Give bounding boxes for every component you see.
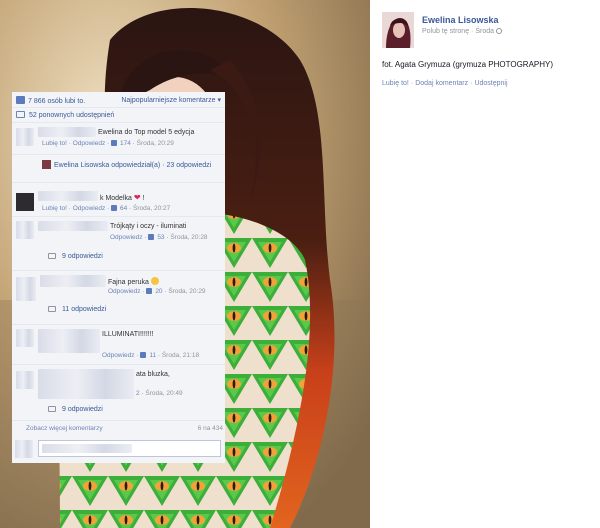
comment-text: ata bluzka, <box>136 371 170 378</box>
likes-row: 7 866 osób lubi to. Najpopularniejsze ko… <box>12 92 225 108</box>
avatar <box>42 160 51 169</box>
replies-link[interactable]: 9 odpowiedzi <box>48 253 103 260</box>
heart-icon: ❤ <box>133 193 141 202</box>
shares-count: 52 ponownych udostępnień <box>29 112 115 119</box>
comment-meta: Odpowiedz · 53 · Środa, 20:28 <box>110 234 208 241</box>
comment-text: Ewelina do Top model 5 edycja <box>98 129 195 136</box>
comment-time[interactable]: Środa, 20:29 <box>168 288 205 295</box>
comment-time[interactable]: Środa, 20:29 <box>137 140 174 147</box>
avatar[interactable] <box>16 277 36 301</box>
blurred-name <box>38 221 108 231</box>
share-link[interactable]: Udostępnij <box>474 80 507 87</box>
avatar[interactable] <box>16 128 34 146</box>
comment-likes: 2 <box>136 390 140 397</box>
replies-count: 9 odpowiedzi <box>62 253 103 260</box>
comment-meta: Lubię to! · Odpowiedz · 174 · Środa, 20:… <box>42 140 174 147</box>
shares-row[interactable]: 52 ponownych udostępnień <box>12 108 225 123</box>
sort-label: Najpopularniejsze komentarze <box>121 97 216 104</box>
comment-links[interactable]: Lubię to! · Odpowiedz <box>42 205 105 212</box>
avatar[interactable] <box>16 193 34 211</box>
comment-item: ata bluzka, 2 · Środa, 20:49 9 odpowiedz… <box>12 365 225 421</box>
globe-icon <box>495 28 502 34</box>
comment-links[interactable]: Odpowiedz <box>108 288 141 295</box>
comment-links[interactable]: Odpowiedz <box>102 352 135 359</box>
comment-likes: 64 <box>120 205 128 212</box>
comment-text: k Modelka <box>100 195 132 202</box>
comment-item: ILLUMINATI!!!!!!! Odpowiedz · 11 · Środa… <box>12 325 225 365</box>
smile-icon <box>150 277 159 285</box>
comment-item: Trójkąty i oczy - iluminati Odpowiedz · … <box>12 217 225 271</box>
replies-count: 9 odpowiedzi <box>62 406 103 413</box>
comment-time[interactable]: Środa, 20:28 <box>170 234 207 241</box>
comment-suffix: ! <box>142 195 145 202</box>
author-avatar[interactable] <box>382 12 414 48</box>
reply-icon <box>48 406 56 412</box>
thumbs-up-icon <box>148 234 155 240</box>
comment-time[interactable]: Środa, 20:27 <box>133 205 170 212</box>
blurred-name <box>38 369 134 399</box>
comment-item: Fajna peruka Odpowiedz · 20 · Środa, 20:… <box>12 271 225 325</box>
reply-icon <box>48 306 56 312</box>
thumbs-up-icon <box>16 96 25 104</box>
replies-link[interactable]: 9 odpowiedzi <box>48 406 103 413</box>
comment-likes: 11 <box>149 352 157 359</box>
reply-author: Ewelina Lisowska odpowiedział(a) <box>54 162 161 169</box>
comment-meta: Odpowiedz · 11 · Środa, 21:18 <box>102 352 200 359</box>
reply-summary[interactable]: Ewelina Lisowska odpowiedział(a) · 23 od… <box>12 155 225 183</box>
comment-compose <box>12 435 225 463</box>
comment-links[interactable]: Odpowiedz <box>110 234 143 241</box>
comment-links[interactable]: Lubię to! · Odpowiedz <box>42 140 105 147</box>
more-comments-row: Zobacz więcej komentarzy 6 na 434 <box>12 425 225 435</box>
blurred-name <box>38 191 98 201</box>
comment-meta: Lubię to! · Odpowiedz · 64 · Środa, 20:2… <box>42 205 171 212</box>
reply-icon <box>48 253 56 259</box>
post-date[interactable]: Środa <box>475 28 494 35</box>
author-meta: Polub tę stronę · Środa <box>422 28 502 35</box>
comment-item: Ewelina do Top model 5 edycja Lubię to! … <box>12 123 225 155</box>
replies-link[interactable]: 11 odpowiedzi <box>48 306 106 313</box>
blurred-name <box>38 127 96 137</box>
chevron-down-icon: ▾ <box>217 97 221 104</box>
comment-meta: 2 · Środa, 20:49 <box>136 390 183 397</box>
thumbs-up-icon <box>111 205 118 211</box>
share-icon <box>16 111 25 118</box>
reply-count: 23 odpowiedzi <box>166 162 212 169</box>
post-sidebar: Ewelina Lisowska Polub tę stronę · Środa… <box>370 0 600 528</box>
blurred-name <box>38 329 100 353</box>
comment-likes: 20 <box>155 288 163 295</box>
comment-time[interactable]: Środa, 21:18 <box>162 352 199 359</box>
comment-meta: Odpowiedz · 20 · Środa, 20:29 <box>108 288 206 295</box>
blurred-name <box>40 275 106 287</box>
thumbs-up-icon <box>146 288 153 294</box>
post-caption: fot. Agata Grymuza (grymuza PHOTOGRAPHY) <box>382 60 554 69</box>
like-page-link[interactable]: Polub tę stronę <box>422 28 469 35</box>
likes-count-link[interactable]: 7 866 osób lubi to. <box>16 96 85 105</box>
comment-text: Trójkąty i oczy - iluminati <box>110 223 187 230</box>
avatar[interactable] <box>16 329 34 347</box>
thumbs-up-icon <box>140 352 147 358</box>
avatar <box>15 440 33 458</box>
comments-count: 6 na 434 <box>197 425 223 432</box>
replies-count: 11 odpowiedzi <box>62 306 107 313</box>
sort-comments-dropdown[interactable]: Najpopularniejsze komentarze ▾ <box>121 96 221 104</box>
post-actions: Lubię to! · Dodaj komentarz · Udostępnij <box>382 80 508 87</box>
comment-likes: 174 <box>120 140 131 147</box>
avatar[interactable] <box>16 221 34 239</box>
comments-list: Ewelina do Top model 5 edycja Lubię to! … <box>12 123 225 435</box>
like-link[interactable]: Lubię to! <box>382 80 409 87</box>
comment-time[interactable]: Środa, 20:49 <box>145 390 182 397</box>
more-comments-link[interactable]: Zobacz więcej komentarzy <box>26 425 103 432</box>
blurred-placeholder <box>42 444 132 453</box>
avatar[interactable] <box>16 371 34 389</box>
author-name[interactable]: Ewelina Lisowska <box>422 15 499 25</box>
likes-count: 7 866 osób lubi to. <box>28 98 86 105</box>
comment-text: Fajna peruka <box>108 279 149 286</box>
comment-link[interactable]: Dodaj komentarz <box>415 80 468 87</box>
comment-likes: 53 <box>157 234 165 241</box>
comment-item: k Modelka ❤ ! Lubię to! · Odpowiedz · 64… <box>12 183 225 217</box>
comment-text: ILLUMINATI!!!!!!! <box>102 331 154 338</box>
thumbs-up-icon <box>111 140 118 146</box>
